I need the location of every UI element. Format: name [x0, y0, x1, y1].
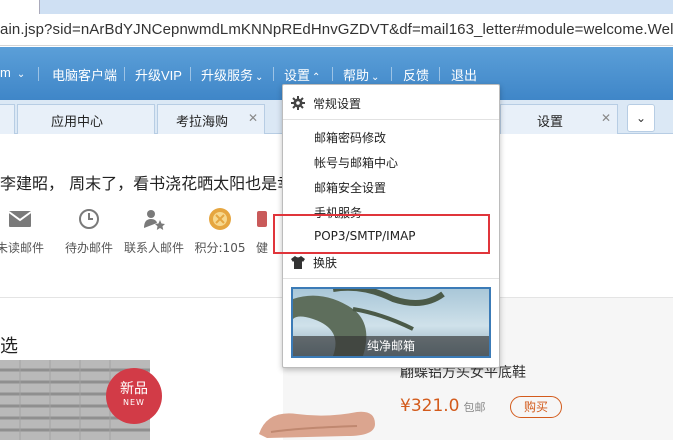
tab-label: 应用中心	[50, 115, 103, 130]
nav-divider	[332, 67, 333, 81]
nav-logout[interactable]: 退出	[451, 65, 477, 84]
welcome-greeting: 李建昭， 周末了，看书浇花晒太阳也是幸	[0, 174, 294, 193]
points-coin-icon	[209, 208, 231, 230]
menu-divider	[283, 119, 499, 120]
tab-list-dropdown[interactable]: ⌄	[627, 104, 655, 132]
tab-app-center[interactable]: 应用中心	[17, 104, 155, 134]
nav-upgrade-service[interactable]: 升级服务 ⌄	[201, 65, 263, 84]
menu-password-change[interactable]: 邮箱密码修改	[314, 129, 530, 146]
browser-tab-strip	[0, 0, 673, 14]
quick-unread-mail[interactable]: 未读邮件	[0, 207, 52, 256]
quick-action-label: 未读邮件	[0, 241, 44, 255]
theme-name: 纯净邮箱	[293, 336, 489, 356]
gear-icon	[291, 96, 305, 110]
menu-account-center[interactable]: 帐号与邮箱中心	[314, 154, 530, 171]
nav-upgrade-vip[interactable]: 升级VIP	[135, 65, 182, 84]
chevron-down-icon: ⌄	[16, 69, 26, 80]
tab-label: 考拉海购	[175, 115, 228, 130]
account-name: m	[0, 65, 11, 80]
account-menu[interactable]: m ⌄	[0, 65, 25, 80]
buy-button[interactable]: 购买	[510, 396, 562, 418]
chevron-up-icon: ⌃	[312, 72, 321, 83]
close-icon[interactable]: ✕	[601, 111, 611, 125]
chevron-down-icon: ⌄	[255, 72, 264, 83]
quick-todo-mail[interactable]: 待办邮件	[57, 207, 121, 256]
theme-preview[interactable]: 纯净邮箱	[291, 287, 491, 358]
address-bar-url[interactable]: ain.jsp?sid=nArBdYJNCepnwmdLmKNNpREdHnvG…	[0, 21, 673, 38]
contact-star-icon	[144, 210, 165, 230]
close-icon[interactable]: ✕	[248, 111, 258, 125]
menu-divider	[283, 278, 499, 279]
nav-desktop-client[interactable]: 电脑客户端	[52, 65, 117, 84]
menu-general-settings[interactable]: 常规设置	[291, 95, 507, 112]
product-price: ¥321.0 包邮	[400, 396, 485, 416]
nav-divider	[38, 67, 39, 81]
quick-action-label: 待办邮件	[64, 241, 113, 255]
nav-upgrade-service-label: 升级服务	[201, 68, 254, 83]
nav-help[interactable]: 帮助 ⌄	[343, 65, 379, 84]
health-icon	[257, 211, 267, 227]
clock-icon	[79, 209, 99, 229]
nav-divider	[273, 67, 274, 81]
address-bar[interactable]: ain.jsp?sid=nArBdYJNCepnwmdLmKNNpREdHnvG…	[0, 14, 673, 46]
shoe-image	[259, 411, 375, 438]
badge-label: 新品	[120, 381, 148, 397]
menu-item-label: 常规设置	[313, 97, 362, 111]
nav-settings-label: 设置	[284, 68, 311, 83]
new-product-badge: 新品 NEW	[106, 368, 162, 424]
promo-heading: 选	[0, 336, 18, 357]
price-note: 包邮	[463, 401, 486, 414]
badge-sub: NEW	[123, 398, 145, 407]
nav-feedback[interactable]: 反馈	[403, 65, 429, 84]
menu-security-settings[interactable]: 邮箱安全设置	[314, 179, 530, 196]
nav-divider	[391, 67, 392, 81]
nav-divider	[124, 67, 125, 81]
browser-tab[interactable]	[0, 0, 40, 14]
tab-home[interactable]	[0, 104, 15, 134]
nav-help-label: 帮助	[343, 68, 370, 83]
tab-kaola[interactable]: 考拉海购 ✕	[157, 104, 265, 134]
tshirt-icon	[291, 256, 305, 269]
envelope-icon	[8, 211, 32, 227]
price-value: ¥321.0	[400, 396, 460, 416]
chevron-down-icon: ⌄	[371, 72, 380, 83]
nav-divider	[439, 67, 440, 81]
nav-divider	[190, 67, 191, 81]
annotation-highlight-box	[273, 214, 490, 254]
menu-change-skin[interactable]: 换肤	[291, 254, 507, 271]
quick-action-label: 联系人邮件	[123, 241, 184, 255]
chevron-down-icon: ⌄	[635, 111, 647, 125]
menu-item-label: 换肤	[313, 256, 338, 270]
nav-settings[interactable]: 设置 ⌃	[284, 65, 320, 84]
quick-contact-mail[interactable]: 联系人邮件	[122, 207, 186, 256]
tab-label: 设置	[536, 115, 563, 130]
